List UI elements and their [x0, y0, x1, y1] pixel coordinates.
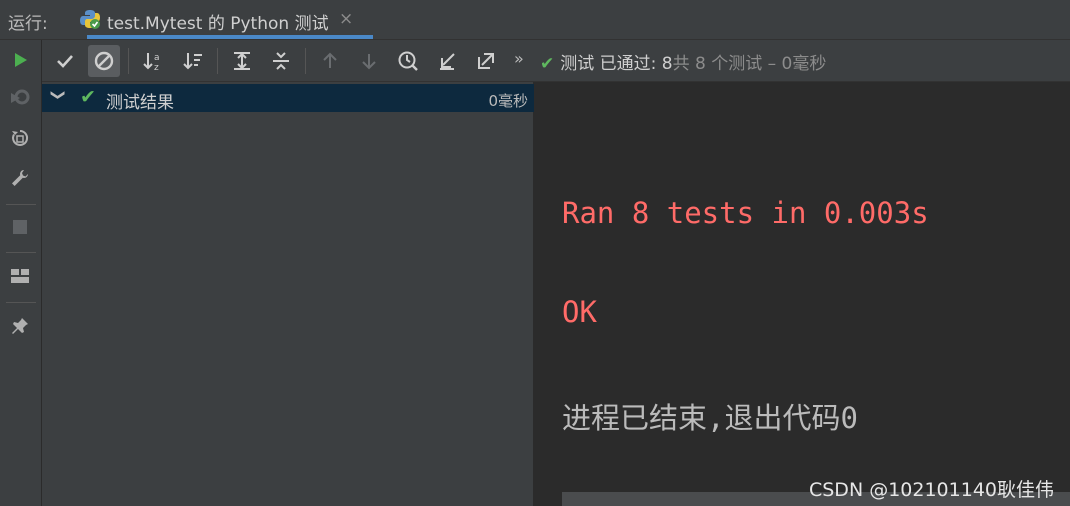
status-passed-text: 测试 已通过: 8 [560, 54, 673, 74]
import-tests-icon[interactable] [431, 45, 463, 77]
test-runner-toolbar: az » ✔ 测试 已通过: 8共 8 个测试 – 0毫秒 [42, 40, 1070, 82]
close-tab-icon[interactable]: × [339, 9, 353, 29]
toolbar-divider [128, 48, 129, 74]
tree-row-duration: 0毫秒 [488, 92, 528, 110]
wrench-icon[interactable] [8, 166, 32, 190]
toolbar-divider [217, 48, 218, 74]
rerun-failed-icon [8, 86, 32, 110]
sort-alphabetically-icon[interactable]: az [137, 45, 169, 77]
collapse-all-icon[interactable] [265, 45, 297, 77]
test-history-icon[interactable] [392, 45, 424, 77]
console-line: OK [562, 295, 597, 329]
status-total-text: 共 8 个测试 – 0毫秒 [672, 54, 827, 74]
sidebar-divider [6, 204, 36, 205]
passed-check-icon: ✔ [80, 86, 96, 108]
run-side-toolbar [0, 40, 42, 506]
stop-icon [8, 215, 32, 239]
sidebar-divider [6, 252, 36, 253]
console-output[interactable]: Ran 8 tests in 0.003s OK 进程已结束,退出代码0 CSD… [535, 82, 1070, 506]
tab-python-tests[interactable]: test.Mytest 的 Python 测试 × [73, 0, 373, 40]
test-status: ✔ 测试 已通过: 8共 8 个测试 – 0毫秒 [540, 49, 826, 74]
toolbar-divider [305, 48, 306, 74]
pin-tab-icon[interactable] [8, 314, 32, 338]
tree-row-test-results[interactable]: ❯ ✔ 测试结果 0毫秒 [42, 84, 534, 113]
svg-text:z: z [154, 63, 159, 72]
expand-all-icon[interactable] [226, 45, 258, 77]
test-results-tree: ❯ ✔ 测试结果 0毫秒 [42, 82, 534, 506]
layout-icon[interactable] [8, 264, 32, 288]
sidebar-divider [6, 302, 36, 303]
run-tab-bar: 运行: test.Mytest 的 Python 测试 × [0, 0, 1070, 40]
rerun-icon[interactable] [8, 48, 32, 72]
watermark: CSDN @102101140耿佳伟 [808, 479, 1054, 501]
active-tab-indicator [87, 35, 373, 39]
passed-check-icon: ✔ [540, 54, 555, 74]
show-ignored-icon[interactable] [88, 45, 120, 77]
console-line: 进程已结束,退出代码0 [562, 401, 858, 435]
sort-by-duration-icon[interactable] [177, 45, 209, 77]
more-actions-icon[interactable]: » [514, 49, 524, 68]
python-test-icon [80, 10, 100, 29]
run-label: 运行: [8, 14, 48, 34]
console-line: Ran 8 tests in 0.003s [562, 196, 929, 230]
tab-title: test.Mytest 的 Python 测试 [107, 14, 329, 34]
toggle-auto-test-icon[interactable] [8, 126, 32, 150]
next-failed-icon [353, 45, 385, 77]
svg-text:a: a [154, 53, 160, 63]
previous-failed-icon [314, 45, 346, 77]
tree-row-label: 测试结果 [106, 93, 174, 113]
chevron-down-icon[interactable]: ❯ [50, 89, 66, 101]
export-tests-icon[interactable] [470, 45, 502, 77]
show-passed-icon[interactable] [49, 45, 81, 77]
